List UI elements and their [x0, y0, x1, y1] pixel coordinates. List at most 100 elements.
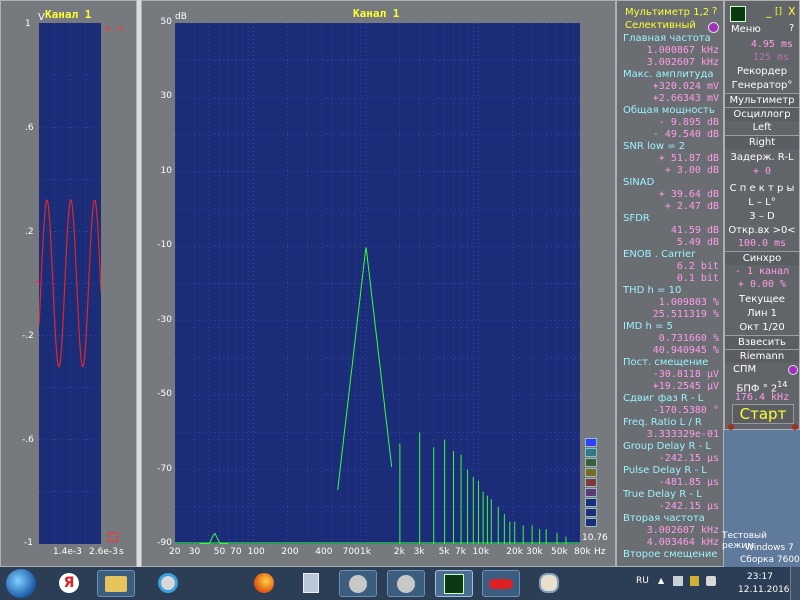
multimeter-label: Freq. Ratio L / R	[623, 417, 702, 428]
multimeter-value: 3.002607 kHz	[646, 525, 719, 536]
multimeter-value: - 9.895 dB	[658, 117, 719, 128]
multimeter-value: -481.85 µs	[658, 477, 719, 488]
multimeter-button[interactable]: Мультиметр	[725, 93, 799, 107]
multimeter-value: 40.940945 %	[652, 345, 719, 356]
generator-button[interactable]: Генератор°	[725, 79, 799, 92]
lr-button[interactable]: L – L°	[725, 196, 799, 209]
control-help-button[interactable]: ?	[789, 23, 794, 34]
multimeter-value: -242.15 µs	[658, 453, 719, 464]
calculator-icon[interactable]	[292, 570, 330, 597]
clock-time[interactable]: 23:17	[747, 572, 773, 582]
oscillograph-button[interactable]: Осциллогр	[725, 107, 799, 121]
lin-button[interactable]: Лин 1	[725, 307, 799, 320]
multimeter-value: 0.731660 %	[658, 333, 719, 344]
left-channel-button[interactable]: Left	[725, 121, 799, 134]
spm-indicator-icon	[788, 365, 798, 375]
fft-size[interactable]: БПФ ° 214	[725, 378, 799, 394]
tray-show-hidden-icon[interactable]: ▲	[658, 576, 664, 585]
audio-app-icon-2[interactable]	[387, 570, 425, 597]
spectrum-title: Канал 1	[353, 7, 400, 20]
oct-button[interactable]: Окт 1/20	[725, 321, 799, 334]
fft-exponent: 14	[777, 380, 788, 389]
oscilloscope-panel: Канал 1 V Ч - Ч 1 .6 .2 -.2 -.6 -1 • 1.4…	[0, 0, 137, 567]
minimize-button[interactable]: _	[766, 5, 772, 18]
sync-percent[interactable]: + 0.00 %	[725, 278, 799, 291]
desktop-watermark-2: Windows 7	[745, 543, 794, 553]
multimeter-label: Макс. амплитуда	[623, 69, 714, 80]
file-explorer-icon[interactable]	[97, 570, 135, 597]
paint-icon[interactable]	[530, 570, 568, 597]
multimeter-label: Второе смещение	[623, 549, 718, 560]
multimeter-label: SNR low = 2	[623, 141, 686, 152]
multimeter-value: 3.333329e-01	[646, 429, 719, 440]
spectrum-ytick: 30	[160, 91, 172, 102]
osc-ytick-4: -.6	[22, 435, 34, 445]
tray-network-icon[interactable]	[673, 576, 683, 586]
language-indicator[interactable]: RU	[636, 576, 649, 586]
spectrum-xtick: 5k	[438, 547, 450, 557]
multimeter-value: +320.024 mV	[652, 81, 719, 92]
tray-volume-icon[interactable]	[706, 576, 716, 586]
tray-flag-icon[interactable]	[690, 576, 699, 586]
multimeter-value: -242.15 µs	[658, 501, 719, 512]
spectrum-low-bump	[199, 532, 229, 544]
mode-indicator-icon[interactable]	[708, 22, 719, 33]
spectrum-xtick: 400	[315, 547, 333, 557]
spectrum-xtick: 7k	[455, 547, 466, 557]
trigger-marker[interactable]: •	[35, 278, 40, 288]
spectrum-ytick: 50	[160, 17, 172, 27]
osc-ytick-3: -.2	[22, 331, 34, 341]
multimeter-label: ENOB . Carrier	[623, 249, 696, 260]
riemann-button[interactable]: Riemann	[725, 349, 799, 363]
weigh-button[interactable]: Взвесить	[725, 335, 799, 349]
multimeter-value: 1.000867 kHz	[646, 45, 719, 56]
multimeter-value: 41.59 dB	[670, 225, 719, 236]
cursor-marker[interactable]	[108, 532, 118, 542]
delay-value[interactable]: + 0	[725, 165, 799, 178]
multimeter-value: +19.2545 µV	[652, 381, 719, 392]
multimeter-label: Сдвиг фаз R - L	[623, 393, 704, 404]
spectrum-xtick: 20	[169, 547, 181, 557]
maximize-button[interactable]: []	[775, 7, 782, 17]
sync-button[interactable]: Синхро	[725, 251, 799, 265]
firefox-icon[interactable]	[245, 570, 283, 597]
spectrum-xtick: 2k	[393, 547, 405, 557]
windows-start-button[interactable]	[6, 569, 36, 598]
harmonic-markers[interactable]	[585, 438, 597, 532]
spectrum-xtick: 3k	[413, 547, 425, 557]
audio-app-icon-1[interactable]	[339, 570, 377, 597]
multimeter-value: -30.8118 µV	[652, 369, 719, 380]
multimeter-value: + 2.47 dB	[664, 201, 719, 212]
yandex-browser-icon[interactable]: Я	[50, 570, 88, 597]
oscilloscope-plot[interactable]	[39, 23, 101, 544]
app-icon[interactable]	[730, 6, 746, 22]
spectrum-plot[interactable]	[175, 23, 580, 544]
close-button[interactable]: X	[788, 5, 796, 18]
oscilloscope-app-icon[interactable]	[435, 570, 473, 597]
media-center-icon[interactable]	[149, 570, 187, 597]
multimeter-help-button[interactable]: ?	[712, 6, 717, 17]
open-input-button[interactable]: Откр.вх >0<	[725, 224, 799, 237]
spectrum-canvas	[175, 23, 580, 544]
osc-ytick-1: .6	[25, 123, 34, 133]
multimeter-label: Pulse Delay R - L	[623, 465, 707, 476]
spectrum-xtick: Hz	[594, 547, 606, 557]
sync-channel[interactable]: - 1 канал	[725, 265, 799, 278]
spectrum-panel: Канал 1 dB 50 30 10 -10 -30 -50 -70 -90 20 30 50 7…	[141, 0, 616, 567]
three-d-button[interactable]: 3 – D	[725, 210, 799, 223]
channel-marker[interactable]: Ч - Ч	[104, 25, 123, 34]
multimeter-value: 3.002607 kHz	[646, 57, 719, 68]
recorder-button[interactable]: Рекордер	[725, 65, 799, 78]
open-input-value[interactable]: 100.0 ms	[725, 237, 799, 250]
osc-xtick-unit: s	[119, 547, 124, 557]
spectrum-xtick: 30k	[526, 547, 543, 557]
multimeter-value: 0.1 bit	[676, 273, 719, 284]
show-desktop-button[interactable]	[790, 567, 800, 600]
start-button[interactable]: Старт	[732, 404, 794, 424]
generator-app-icon[interactable]	[482, 570, 520, 597]
time-readout-2: 125 ms	[752, 52, 789, 63]
spectrum-xtick: 70	[230, 547, 242, 557]
right-channel-button[interactable]: Right	[725, 135, 799, 149]
spectrum-ytick: -50	[157, 389, 172, 400]
clock-date[interactable]: 12.11.2016	[738, 585, 790, 595]
